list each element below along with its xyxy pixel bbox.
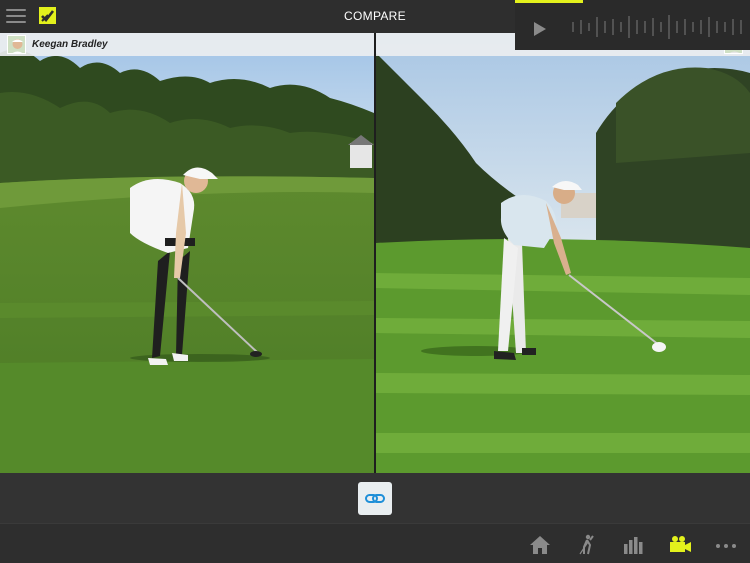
tab-home[interactable]: [528, 534, 552, 556]
right-video-pane[interactable]: Ryan Winther: [376, 33, 750, 473]
home-icon: [530, 536, 550, 554]
compare-screen: COMPARE Keegan Bradley: [0, 0, 750, 563]
right-golf-swing-video: [376, 33, 750, 473]
golfer-icon: [579, 534, 594, 555]
tab-golfer[interactable]: [575, 534, 599, 556]
bar-chart-icon: [624, 537, 643, 554]
frame-scrubber[interactable]: [563, 0, 750, 50]
left-player-name: Keegan Bradley: [32, 39, 108, 50]
tab-video[interactable]: [668, 534, 692, 556]
play-icon: [534, 22, 546, 36]
link-icon: [365, 494, 385, 503]
left-golf-swing-video: [0, 33, 374, 473]
tab-stats[interactable]: [621, 534, 645, 556]
more-icon: [716, 544, 736, 548]
playback-controls: [0, 473, 750, 523]
link-videos-button[interactable]: [358, 482, 392, 515]
left-player-avatar: [7, 35, 26, 54]
tab-more[interactable]: [714, 534, 738, 556]
video-camera-icon: [670, 536, 691, 552]
left-video-pane[interactable]: Keegan Bradley: [0, 33, 374, 473]
tab-bar: [0, 523, 750, 563]
scrubber-ticks: [572, 15, 742, 39]
left-player-bar: Keegan Bradley: [0, 33, 374, 56]
play-button[interactable]: [530, 20, 548, 38]
